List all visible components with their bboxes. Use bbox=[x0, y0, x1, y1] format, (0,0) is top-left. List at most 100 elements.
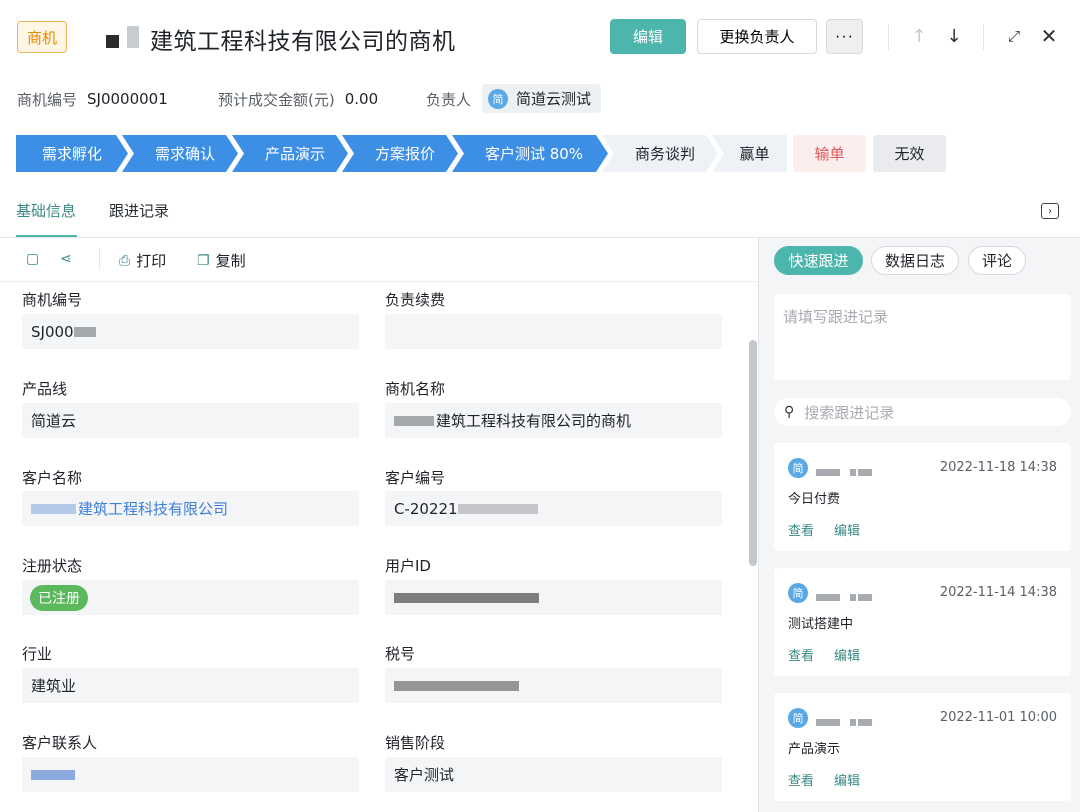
record-type-tag: 商机 bbox=[17, 21, 67, 53]
product-line-field: 简道云 bbox=[22, 403, 359, 438]
change-owner-button[interactable]: 更换负责人 bbox=[697, 19, 817, 54]
edit-link[interactable]: 编辑 bbox=[834, 770, 860, 789]
page-title: 建筑工程科技有限公司的商机 bbox=[150, 29, 456, 55]
reg-status-field: 已注册 bbox=[22, 580, 359, 615]
field-label: 负责续费 bbox=[385, 291, 446, 309]
detail-toolbar: ▢ ⋖ ⎙ 打印 ❐ 复制 bbox=[0, 238, 758, 282]
divider bbox=[983, 24, 984, 50]
view-link[interactable]: 查看 bbox=[788, 770, 814, 789]
followup-note-input[interactable]: 请填写跟进记录 bbox=[774, 294, 1071, 380]
redacted-text bbox=[394, 415, 434, 426]
search-placeholder: 搜索跟进记录 bbox=[804, 403, 895, 422]
opp-id-field: SJ000 bbox=[22, 314, 359, 349]
divider bbox=[99, 249, 100, 269]
arrow-up-icon[interactable]: ↑ bbox=[905, 22, 933, 50]
customer-id-field: C-20221 bbox=[385, 491, 722, 526]
expand-icon[interactable]: ⤢ bbox=[1000, 22, 1028, 50]
panel-toggle-icon[interactable]: › bbox=[1041, 203, 1059, 219]
field-label: 客户联系人 bbox=[22, 734, 98, 752]
stage-3[interactable]: 产品演示 bbox=[232, 135, 348, 172]
stage-label: 方案报价 bbox=[374, 145, 435, 163]
amount-summary: 预计成交金额(元) 0.00 bbox=[218, 87, 378, 111]
field-value: 建筑业 bbox=[31, 677, 77, 695]
author-name bbox=[816, 464, 874, 480]
record-time: 2022-11-01 10:00 bbox=[939, 710, 1057, 725]
redacted-text bbox=[394, 680, 519, 691]
amount-value: 0.00 bbox=[344, 90, 379, 108]
more-button[interactable]: ··· bbox=[826, 19, 863, 54]
opp-id-label: 商机编号 bbox=[17, 90, 78, 109]
field-label: 行业 bbox=[22, 645, 53, 663]
opp-name-field: 建筑工程科技有限公司的商机 bbox=[385, 403, 722, 438]
edit-link[interactable]: 编辑 bbox=[834, 645, 860, 664]
field-label: 客户编号 bbox=[385, 469, 446, 487]
stage-7[interactable]: 赢单 bbox=[712, 135, 787, 172]
share-icon[interactable]: ⋖ bbox=[60, 251, 72, 267]
field-value: SJ000 bbox=[31, 322, 74, 341]
invalid-button[interactable]: 无效 bbox=[873, 135, 946, 172]
tab-comment[interactable]: 评论 bbox=[968, 246, 1026, 275]
record-time: 2022-11-14 14:38 bbox=[939, 585, 1057, 600]
renewal-field bbox=[385, 314, 722, 349]
active-tab-indicator bbox=[16, 235, 77, 237]
owner-chip[interactable]: 简 简道云测试 bbox=[482, 84, 602, 113]
tab-followup[interactable]: 跟进记录 bbox=[109, 200, 169, 221]
field-label: 注册状态 bbox=[22, 557, 83, 575]
stage-label: 需求孵化 bbox=[41, 145, 102, 163]
scrollbar[interactable] bbox=[749, 340, 757, 566]
stage-5[interactable]: 客户测试 80% bbox=[452, 135, 608, 172]
field-value: 建筑工程科技有限公司 bbox=[78, 500, 229, 518]
view-link[interactable]: 查看 bbox=[788, 520, 814, 539]
tab-quick-followup[interactable]: 快速跟进 bbox=[774, 246, 863, 275]
lose-button[interactable]: 输单 bbox=[793, 135, 866, 172]
field-label: 产品线 bbox=[22, 380, 68, 398]
followup-card: 简 2022-11-01 10:00 产品演示 查看 编辑 bbox=[774, 693, 1071, 801]
print-button[interactable]: ⎙ 打印 bbox=[119, 250, 166, 271]
tax-field bbox=[385, 668, 722, 703]
field-value: C-20221 bbox=[394, 499, 458, 518]
owner-name: 简道云测试 bbox=[516, 90, 592, 108]
comment-icon[interactable]: ▢ bbox=[26, 251, 39, 267]
customer-name-link[interactable]: 建筑工程科技有限公司 bbox=[22, 491, 359, 526]
copy-button[interactable]: ❐ 复制 bbox=[197, 250, 246, 271]
edit-button[interactable]: 编辑 bbox=[610, 19, 686, 54]
stage-label: 商务谈判 bbox=[634, 145, 695, 163]
avatar: 简 bbox=[788, 708, 808, 728]
stage-label: 赢单 bbox=[739, 145, 770, 163]
tab-data-log[interactable]: 数据日志 bbox=[871, 246, 959, 275]
field-label: 商机名称 bbox=[385, 380, 446, 398]
status-badge: 已注册 bbox=[30, 584, 88, 611]
record-text: 产品演示 bbox=[788, 742, 841, 757]
edit-link[interactable]: 编辑 bbox=[834, 520, 860, 539]
search-icon: ⚲ bbox=[784, 404, 795, 420]
redacted-text bbox=[106, 35, 119, 48]
opp-id-summary: 商机编号 SJ0000001 bbox=[17, 87, 168, 111]
amount-label: 预计成交金额(元) bbox=[218, 90, 335, 109]
stage-label: 客户测试 80% bbox=[484, 145, 584, 163]
stage-6[interactable]: 商务谈判 bbox=[602, 135, 718, 172]
stage-1[interactable]: 需求孵化 bbox=[16, 135, 128, 172]
redacted-text bbox=[394, 592, 539, 603]
redacted-text bbox=[457, 503, 538, 514]
arrow-down-icon[interactable]: ↓ bbox=[940, 22, 968, 50]
divider bbox=[888, 24, 889, 50]
author-name bbox=[816, 589, 874, 605]
tab-basic-info[interactable]: 基础信息 bbox=[16, 200, 76, 221]
field-label: 用户ID bbox=[385, 557, 431, 575]
record-text: 测试搭建中 bbox=[788, 617, 854, 632]
stage-label: 需求确认 bbox=[154, 145, 215, 163]
tab-bar: 基础信息 跟进记录 › bbox=[0, 190, 1080, 238]
stage-2[interactable]: 需求确认 bbox=[122, 135, 238, 172]
print-label: 打印 bbox=[136, 252, 167, 270]
record-text: 今日付费 bbox=[788, 492, 841, 507]
copy-icon: ❐ bbox=[197, 252, 210, 269]
field-label: 销售阶段 bbox=[385, 734, 446, 752]
view-link[interactable]: 查看 bbox=[788, 645, 814, 664]
sales-stage-field: 客户测试 bbox=[385, 757, 722, 792]
field-label: 税号 bbox=[385, 645, 416, 663]
redacted-text bbox=[31, 503, 76, 514]
close-icon[interactable]: ✕ bbox=[1035, 22, 1063, 50]
stage-4[interactable]: 方案报价 bbox=[342, 135, 458, 172]
followup-search-input[interactable]: ⚲ 搜索跟进记录 bbox=[774, 398, 1071, 426]
contact-link[interactable] bbox=[22, 757, 359, 792]
